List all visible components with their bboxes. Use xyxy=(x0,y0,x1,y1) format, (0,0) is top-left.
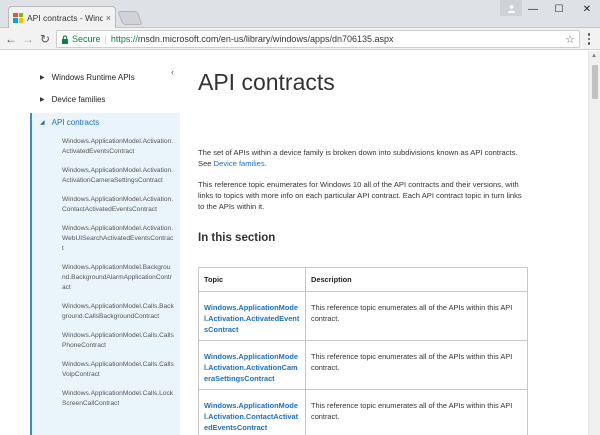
topic-description: This reference topic enumerates all of t… xyxy=(305,291,528,341)
navigation-bar: ← → ↻ Secure | https:// msdn.microsoft.c… xyxy=(0,28,600,50)
logo-square-blue xyxy=(13,18,18,23)
intro-paragraph: The set of APIs within a device family i… xyxy=(198,147,528,169)
tab-close-icon[interactable]: × xyxy=(106,13,111,23)
back-button[interactable]: ← xyxy=(3,31,19,47)
toc-sub-item[interactable]: Windows.ApplicationModel.Calls.LockScree… xyxy=(62,389,174,409)
toc-sub-item[interactable]: Windows.ApplicationModel.Calls.Backgroun… xyxy=(62,302,174,322)
url-text: msdn.microsoft.com/en-us/library/windows… xyxy=(137,34,394,44)
caret-down-icon: ◢ xyxy=(40,120,45,126)
page-title: API contracts xyxy=(198,69,335,95)
maximize-button[interactable]: ☐ xyxy=(546,0,572,18)
secure-label: Secure xyxy=(72,34,101,44)
section-heading: In this section xyxy=(198,232,276,244)
intro-text-end: . xyxy=(264,159,267,168)
toc-item-device-families[interactable]: ▶ Device families xyxy=(40,95,105,104)
caret-right-icon: ▶ xyxy=(40,97,45,103)
browser-tab[interactable]: API contracts - Windows × xyxy=(8,6,116,28)
left-gutter xyxy=(0,51,28,435)
minimize-button[interactable]: — xyxy=(520,0,546,18)
scrollbar-thumb[interactable] xyxy=(592,65,598,99)
table-row: Windows.ApplicationModel.Activation.Acti… xyxy=(198,291,528,341)
column-header-description: Description xyxy=(305,267,528,292)
topic-link[interactable]: Windows.ApplicationModel.Activation.Cont… xyxy=(198,389,306,435)
close-window-button[interactable]: ✕ xyxy=(574,0,600,18)
microsoft-logo-icon xyxy=(13,12,23,23)
menu-dot xyxy=(587,37,591,41)
forward-button[interactable]: → xyxy=(20,31,36,47)
toc-sub-list: Windows.ApplicationModel.Activation.Acti… xyxy=(62,137,174,418)
column-header-topic: Topic xyxy=(198,267,306,292)
logo-square-red xyxy=(13,12,18,17)
toc-item-api-contracts[interactable]: ◢ API contracts xyxy=(40,118,99,127)
tab-title: API contracts - Windows xyxy=(27,12,103,23)
person-icon xyxy=(507,4,515,13)
address-bar[interactable]: Secure | https:// msdn.microsoft.com/en-… xyxy=(56,30,580,48)
lock-icon xyxy=(62,34,68,44)
collapse-sidebar-icon[interactable]: ‹ xyxy=(171,67,174,77)
bookmark-star-icon[interactable]: ☆ xyxy=(565,33,575,46)
logo-square-yellow xyxy=(18,18,23,23)
toc-sub-item[interactable]: Windows.ApplicationModel.Activation.Acti… xyxy=(62,166,174,186)
main-content: API contracts The set of APIs within a d… xyxy=(198,51,588,435)
table-header-row: Topic Description xyxy=(198,267,528,292)
toc-item-label: Windows Runtime APIs xyxy=(51,73,135,82)
topic-description: This reference topic enumerates all of t… xyxy=(305,389,528,435)
table-row: Windows.ApplicationModel.Activation.Acti… xyxy=(198,340,528,390)
logo-square-green xyxy=(18,12,23,17)
toc-sub-item[interactable]: Windows.ApplicationModel.Activation.Acti… xyxy=(62,137,174,157)
title-bar: API contracts - Windows × — ☐ ✕ xyxy=(0,0,600,28)
topic-link[interactable]: Windows.ApplicationModel.Activation.Acti… xyxy=(198,291,306,341)
vertical-scrollbar[interactable]: ▲ xyxy=(588,51,600,435)
topic-link[interactable]: Windows.ApplicationModel.Activation.Acti… xyxy=(198,340,306,390)
table-row: Windows.ApplicationModel.Activation.Cont… xyxy=(198,389,528,435)
menu-dot xyxy=(587,42,591,45)
toc-sub-item[interactable]: Windows.ApplicationModel.Activation.Cont… xyxy=(62,195,174,215)
description-paragraph: This reference topic enumerates for Wind… xyxy=(198,180,522,211)
contracts-table: Topic Description Windows.ApplicationMod… xyxy=(198,267,528,435)
profile-button[interactable] xyxy=(500,0,522,16)
caret-right-icon: ▶ xyxy=(40,75,45,81)
address-separator: | xyxy=(104,34,107,44)
toc-item-windows-runtime-apis[interactable]: ▶ Windows Runtime APIs xyxy=(40,73,135,82)
toc-item-label: Device families xyxy=(51,95,106,104)
menu-dot xyxy=(587,33,591,36)
toc-sub-item[interactable]: Windows.ApplicationModel.Activation.WebU… xyxy=(62,224,174,254)
reload-button[interactable]: ↻ xyxy=(37,31,53,47)
toc-sub-item[interactable]: Windows.ApplicationModel.Calls.CallsVoip… xyxy=(62,360,174,380)
page-viewport: ‹ ▶ Windows Runtime APIs ▶ Device famili… xyxy=(0,51,600,435)
new-tab-button[interactable] xyxy=(117,11,143,25)
toc-sidebar: ‹ ▶ Windows Runtime APIs ▶ Device famili… xyxy=(30,51,180,435)
url-scheme: https:// xyxy=(110,34,138,44)
browser-menu-icon[interactable] xyxy=(584,32,594,46)
toc-sub-item[interactable]: Windows.ApplicationModel.Background.Back… xyxy=(62,263,174,293)
topic-description: This reference topic enumerates all of t… xyxy=(305,340,528,390)
toc-item-label: API contracts xyxy=(51,118,100,127)
scroll-up-arrow-icon[interactable]: ▲ xyxy=(591,53,597,59)
device-families-link[interactable]: Device families xyxy=(214,159,265,168)
toc-sub-item[interactable]: Windows.ApplicationModel.Calls.CallsPhon… xyxy=(62,331,174,351)
